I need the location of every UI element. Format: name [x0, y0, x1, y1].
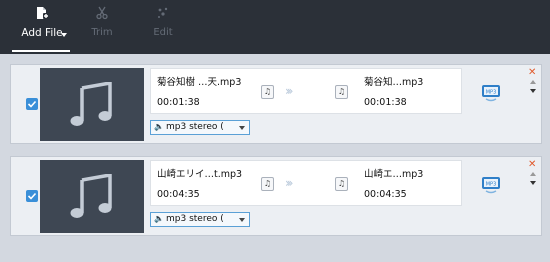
- chevron-down-icon: [239, 218, 245, 222]
- edit-button[interactable]: Edit: [143, 6, 183, 38]
- move-down-icon[interactable]: [530, 181, 536, 185]
- file-checkbox[interactable]: [26, 190, 38, 202]
- output-duration: 00:01:38: [364, 97, 407, 108]
- active-tab-underline: [12, 50, 70, 52]
- speaker-icon: 🔈: [154, 122, 164, 131]
- output-device-icon[interactable]: MP3: [480, 173, 502, 195]
- svg-text:MP3: MP3: [486, 90, 497, 96]
- audio-thumbnail: [40, 68, 144, 141]
- audio-thumbnail: [40, 160, 144, 233]
- close-icon[interactable]: ✕: [528, 159, 536, 170]
- output-device-icon[interactable]: MP3: [480, 81, 502, 103]
- move-up-icon[interactable]: [530, 80, 536, 84]
- output-duration: 00:04:35: [364, 189, 407, 200]
- toolbar: Add File Trim Edit: [0, 0, 550, 54]
- music-note-icon: [70, 174, 112, 218]
- effects-icon: [158, 7, 168, 18]
- convert-arrows-icon: ›››: [285, 84, 294, 98]
- edit-label: Edit: [153, 27, 173, 38]
- conversion-panel: 菊谷知樹 …天.mp3 00:01:38 ♫ ››› ♫ 菊谷知…mp3 00:…: [150, 68, 462, 114]
- chevron-down-icon: [239, 126, 245, 130]
- conversion-panel: 山崎エリイ…t.mp3 00:04:35 ♫ ››› ♫ 山崎エ…mp3 00:…: [150, 160, 462, 206]
- convert-arrows-icon: ›››: [285, 176, 294, 190]
- source-duration: 00:04:35: [157, 189, 200, 200]
- svg-text:MP3: MP3: [486, 182, 497, 188]
- trim-button[interactable]: Trim: [82, 6, 122, 38]
- speaker-icon: 🔈: [154, 214, 164, 223]
- source-duration: 00:01:38: [157, 97, 200, 108]
- source-info-icon[interactable]: ♫: [261, 177, 274, 191]
- source-filename: 菊谷知樹 …天.mp3: [157, 77, 242, 88]
- output-info-icon[interactable]: ♫: [335, 177, 348, 191]
- format-dropdown[interactable]: 🔈 mp3 stereo (: [150, 120, 250, 135]
- format-dropdown[interactable]: 🔈 mp3 stereo (: [150, 212, 250, 227]
- file-row[interactable]: 山崎エリイ…t.mp3 00:04:35 ♫ ››› ♫ 山崎エ…mp3 00:…: [10, 156, 542, 236]
- add-file-dropdown-icon[interactable]: [61, 33, 67, 37]
- checkmark-icon: [27, 192, 37, 200]
- add-file-icon: [37, 7, 49, 19]
- move-down-icon[interactable]: [530, 89, 536, 93]
- format-label: mp3 stereo (: [166, 214, 224, 224]
- file-checkbox[interactable]: [26, 98, 38, 110]
- file-row[interactable]: 菊谷知樹 …天.mp3 00:01:38 ♫ ››› ♫ 菊谷知…mp3 00:…: [10, 64, 542, 144]
- close-icon[interactable]: ✕: [528, 67, 536, 78]
- music-note-icon: [70, 82, 112, 126]
- format-label: mp3 stereo (: [166, 122, 224, 132]
- output-filename[interactable]: 菊谷知…mp3: [364, 74, 423, 88]
- output-filename[interactable]: 山崎エ…mp3: [364, 166, 423, 180]
- source-info-icon[interactable]: ♫: [261, 85, 274, 99]
- move-up-icon[interactable]: [530, 172, 536, 176]
- source-filename: 山崎エリイ…t.mp3: [157, 169, 243, 180]
- checkmark-icon: [27, 100, 37, 108]
- trim-label: Trim: [91, 27, 113, 38]
- scissors-icon: [96, 6, 108, 20]
- output-info-icon[interactable]: ♫: [335, 85, 348, 99]
